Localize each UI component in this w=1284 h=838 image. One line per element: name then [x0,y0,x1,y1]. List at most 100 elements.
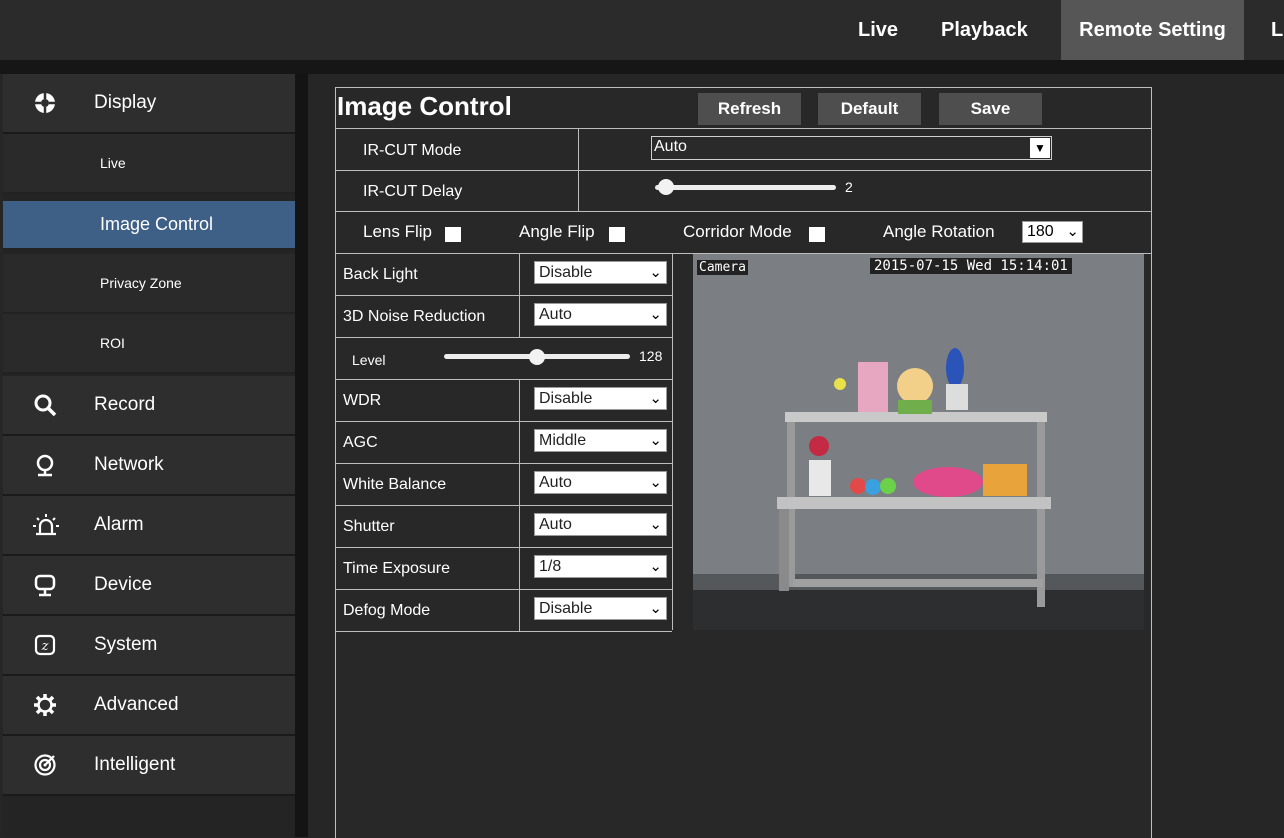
agc-value: Middle [539,432,587,449]
refresh-button[interactable]: Refresh [698,93,801,125]
sidebar-item-alarm[interactable]: Alarm [3,496,295,556]
ircut-delay-slider-thumb[interactable] [657,179,674,195]
sidebar-item-advanced[interactable]: Advanced [3,676,295,736]
page-title: Image Control [337,91,512,121]
noise-reduction-value: Auto [539,306,572,323]
ircut-delay-label: IR-CUT Delay [363,183,463,200]
back-light-label: Back Light [343,266,418,283]
lens-flip-checkbox[interactable] [445,227,461,242]
divider [672,254,673,630]
wdr-value: Disable [539,390,593,407]
angle-flip-checkbox[interactable] [609,227,625,242]
chevron-down-icon: ⌄ [649,600,662,617]
chevron-down-icon: ⌄ [649,432,662,449]
white-balance-label: White Balance [343,476,447,493]
sidebar-subitem-label: Privacy Zone [100,275,182,291]
angle-rotation-value: 180 [1027,223,1054,240]
alarm-icon [33,513,59,537]
sidebar-subitem-live[interactable]: Live [3,134,295,194]
sidebar-item-label: Display [94,92,157,113]
sidebar-item-label: Network [94,454,164,475]
sidebar-item-record[interactable]: Record [3,376,295,436]
back-light-select[interactable]: Disable ⌄ [534,261,667,284]
param-row-shutter: Shutter Auto ⌄ [336,506,672,548]
ircut-mode-select[interactable]: Auto ▼ [651,136,1052,160]
chevron-down-icon: ⌄ [649,558,662,575]
sidebar-item-device[interactable]: Device [3,556,295,616]
chevron-down-icon: ⌄ [649,306,662,323]
noise-reduction-label: 3D Noise Reduction [343,308,486,325]
shutter-select[interactable]: Auto ⌄ [534,513,667,536]
divider [519,254,520,295]
sidebar-subitem-privacy-zone[interactable]: Privacy Zone [3,254,295,314]
sidebar-item-label: Intelligent [94,754,176,775]
sidebar-item-system[interactable]: z System [3,616,295,676]
sidebar-item-label: Advanced [94,694,179,715]
defog-mode-label: Defog Mode [343,602,431,619]
save-button[interactable]: Save [939,93,1042,125]
sidebar-item-network[interactable]: Network [3,436,295,496]
param-row-wdr: WDR Disable ⌄ [336,380,672,422]
noise-reduction-select[interactable]: Auto ⌄ [534,303,667,326]
camera-name-overlay: Camera [697,260,748,275]
white-balance-select[interactable]: Auto ⌄ [534,471,667,494]
ircut-mode-label: IR-CUT Mode [363,142,462,159]
top-nav-bar: Live Playback Remote Setting L [0,0,1284,60]
sidebar-item-intelligent[interactable]: Intelligent [3,736,295,796]
ircut-mode-value: Auto [654,138,687,155]
corridor-mode-checkbox[interactable] [809,227,825,242]
sidebar-item-display[interactable]: Display [3,74,295,134]
divider [519,296,520,337]
chevron-down-icon: ⌄ [649,474,662,491]
divider [519,380,520,421]
top-divider [0,60,1284,74]
chevron-down-icon: ⌄ [1066,223,1079,240]
nav-remote-setting[interactable]: Remote Setting [1061,0,1244,60]
agc-label: AGC [343,434,378,451]
chevron-down-icon: ⌄ [649,516,662,533]
chevron-down-icon: ⌄ [649,264,662,281]
param-row-agc: AGC Middle ⌄ [336,422,672,464]
level-slider-thumb[interactable] [529,349,545,365]
divider [336,170,1151,171]
divider [519,422,520,463]
defog-mode-value: Disable [539,600,593,617]
angle-flip-label: Angle Flip [519,222,595,241]
param-row-time-exposure: Time Exposure 1/8 ⌄ [336,548,672,590]
param-row-3d-noise-reduction: 3D Noise Reduction Auto ⌄ [336,296,672,338]
sidebar-subitem-label: Image Control [100,214,214,234]
white-balance-value: Auto [539,474,572,491]
param-row-level: Level 128 [336,338,672,380]
back-light-value: Disable [539,264,593,281]
divider [519,506,520,547]
svg-text:z: z [41,639,49,654]
agc-select[interactable]: Middle ⌄ [534,429,667,452]
system-icon: z [33,633,57,657]
divider [519,464,520,505]
aperture-icon [33,91,57,115]
time-exposure-select[interactable]: 1/8 ⌄ [534,555,667,578]
default-button[interactable]: Default [818,93,921,125]
level-value: 128 [639,348,663,364]
corridor-mode-label: Corridor Mode [683,222,792,241]
param-row-defog-mode: Defog Mode Disable ⌄ [336,590,672,632]
sidebar-subitem-label: ROI [100,335,125,351]
network-icon [33,453,57,477]
chevron-down-icon: ▼ [1030,138,1050,158]
sidebar-subitem-roi[interactable]: ROI [3,314,295,374]
monitor-icon [33,573,57,597]
ircut-delay-slider-track[interactable] [655,185,836,190]
nav-playback[interactable]: Playback [941,0,1028,60]
nav-live[interactable]: Live [858,0,898,60]
sidebar-item-label: Record [94,394,156,415]
defog-mode-select[interactable]: Disable ⌄ [534,597,667,620]
sidebar-subitem-image-control[interactable]: Image Control [3,201,295,250]
wdr-select[interactable]: Disable ⌄ [534,387,667,410]
intelligent-icon [33,753,57,777]
nav-truncated-item[interactable]: L [1271,0,1283,60]
sidebar-subitem-label: Live [100,155,126,171]
search-icon [33,393,57,417]
angle-rotation-select[interactable]: 180 ⌄ [1022,221,1083,243]
time-exposure-value: 1/8 [539,558,562,575]
sidebar-item-label: Alarm [94,514,144,535]
